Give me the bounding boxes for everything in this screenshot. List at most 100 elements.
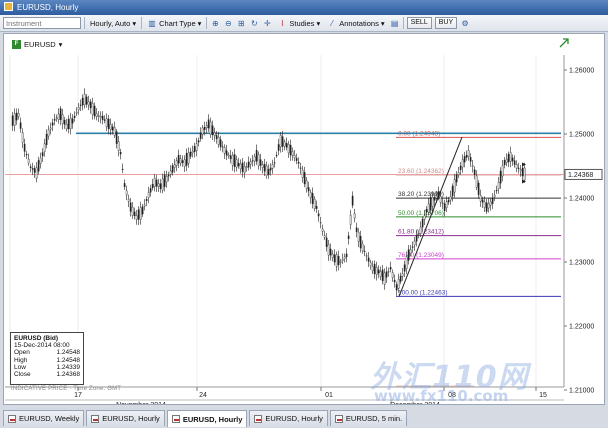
- chart-tab-icon: [171, 415, 180, 423]
- candle-body: [249, 161, 252, 165]
- candle-body: [487, 203, 490, 209]
- studies-dropdown[interactable]: ⌇ Studies ▾: [275, 17, 322, 30]
- refresh-icon[interactable]: ↻: [249, 18, 259, 28]
- candle-body: [61, 114, 64, 124]
- candle-body: [507, 154, 510, 163]
- candle-body: [201, 127, 204, 135]
- legend-value: 1.24339: [56, 363, 81, 371]
- candle-body: [459, 165, 462, 170]
- tab-eurusd-hourly[interactable]: EURUSD, Hourly: [249, 410, 328, 426]
- candle-body: [379, 271, 382, 277]
- toolbar-separator: [402, 17, 404, 29]
- candle-body: [363, 250, 366, 252]
- candle-body: [161, 178, 164, 191]
- time-tick-label: 01: [325, 392, 333, 399]
- candle-body: [513, 160, 516, 165]
- candle-body: [455, 174, 458, 183]
- instrument-input[interactable]: [3, 17, 81, 29]
- symbol-selector[interactable]: F EURUSD ▾: [12, 39, 62, 50]
- settings-icon[interactable]: ⚙: [460, 18, 470, 28]
- legend-title: EURUSD (Bid): [14, 335, 59, 342]
- candle-body: [15, 112, 18, 121]
- candle-body: [47, 129, 50, 137]
- candle-body: [275, 155, 278, 157]
- tab-eurusd-hourly[interactable]: EURUSD, Hourly: [86, 410, 165, 426]
- candle-body: [375, 266, 378, 275]
- legend-value: 1.24368: [56, 371, 81, 379]
- candle-body: [449, 196, 452, 201]
- annotations-label: Annotations: [339, 18, 379, 28]
- candle-body: [273, 162, 276, 164]
- print-icon[interactable]: ▤: [390, 18, 400, 28]
- legend-label: Close: [14, 371, 31, 379]
- candle-body: [295, 158, 298, 161]
- candle-body: [219, 139, 222, 147]
- candle-body: [471, 165, 474, 167]
- interval-dropdown[interactable]: Hourly, Auto ▾: [88, 17, 138, 30]
- candle-body: [511, 157, 514, 162]
- candle-body: [233, 154, 236, 167]
- crosshair-icon[interactable]: ✛: [262, 18, 272, 28]
- candle-body: [129, 202, 132, 212]
- candle-body: [81, 97, 84, 106]
- candle-body: [279, 135, 282, 148]
- fib-level-label: 50.00 (1.23706): [398, 210, 444, 217]
- legend-value: 1.24548: [56, 356, 81, 364]
- candle-body: [117, 141, 120, 151]
- candle-body: [425, 208, 428, 213]
- candle-body: [345, 253, 348, 258]
- tab-label: EURUSD, Weekly: [19, 414, 80, 423]
- candle-body: [465, 155, 468, 158]
- fib-level-label: 76.40 (1.23049): [398, 252, 444, 259]
- candle-body: [163, 174, 166, 187]
- sell-button[interactable]: SELL: [406, 17, 432, 29]
- zoom-in-icon[interactable]: ⊕: [210, 18, 220, 28]
- candle-body: [307, 187, 310, 192]
- candle-body: [105, 118, 108, 128]
- chart-tab-icon: [254, 414, 263, 423]
- tab-eurusd-5min[interactable]: EURUSD, 5 min.: [329, 410, 408, 426]
- annotations-dropdown[interactable]: ⁄ Annotations ▾: [325, 17, 386, 30]
- tab-eurusd-hourly-active[interactable]: EURUSD, Hourly: [166, 410, 248, 427]
- candle-body: [447, 199, 450, 203]
- candle-body: [77, 107, 80, 111]
- candle-body: [67, 119, 70, 130]
- candle-body: [143, 204, 146, 207]
- candle-body: [321, 228, 324, 232]
- candle-body: [101, 115, 104, 120]
- candle-body: [519, 169, 522, 172]
- buy-button[interactable]: BUY: [434, 17, 458, 29]
- candle-body: [123, 183, 126, 187]
- candle-body: [19, 122, 22, 129]
- candle-body: [395, 284, 398, 291]
- candle-body: [203, 127, 206, 130]
- chart-panel[interactable]: 0.00 (1.24948)23.60 (1.24362)38.20 (1.23…: [3, 33, 605, 405]
- candle-body: [515, 164, 518, 169]
- zoom-fit-icon[interactable]: ⊞: [236, 18, 246, 28]
- candle-body: [73, 115, 76, 118]
- candle-body: [115, 131, 118, 144]
- candle-body: [521, 167, 524, 177]
- legend-row: Close 1.24368: [14, 371, 80, 378]
- legend-value: 1.24548: [56, 349, 81, 357]
- zoom-out-icon[interactable]: ⊖: [223, 18, 233, 28]
- candle-body: [299, 167, 302, 169]
- chart-type-dropdown[interactable]: ▥ Chart Type ▾: [145, 17, 203, 30]
- expand-chart-icon[interactable]: [559, 38, 569, 48]
- candle-body: [211, 125, 214, 136]
- watermark-url: www.fx110.com: [374, 387, 509, 405]
- candle-body: [95, 113, 98, 117]
- candle-body: [235, 159, 238, 168]
- candle-body: [167, 174, 170, 177]
- candle-body: [305, 180, 308, 189]
- candle-body: [327, 244, 330, 256]
- candle-body: [153, 177, 156, 188]
- candle-body: [21, 132, 24, 143]
- price-chart[interactable]: 0.00 (1.24948)23.60 (1.24362)38.20 (1.23…: [4, 34, 604, 404]
- candle-body: [159, 183, 162, 189]
- price-tick-label: 1.21000: [569, 388, 594, 395]
- candle-body: [435, 195, 438, 199]
- tab-eurusd-weekly[interactable]: EURUSD, Weekly: [3, 410, 85, 426]
- candle-body: [125, 190, 128, 196]
- chevron-down-icon: ▾: [380, 18, 385, 28]
